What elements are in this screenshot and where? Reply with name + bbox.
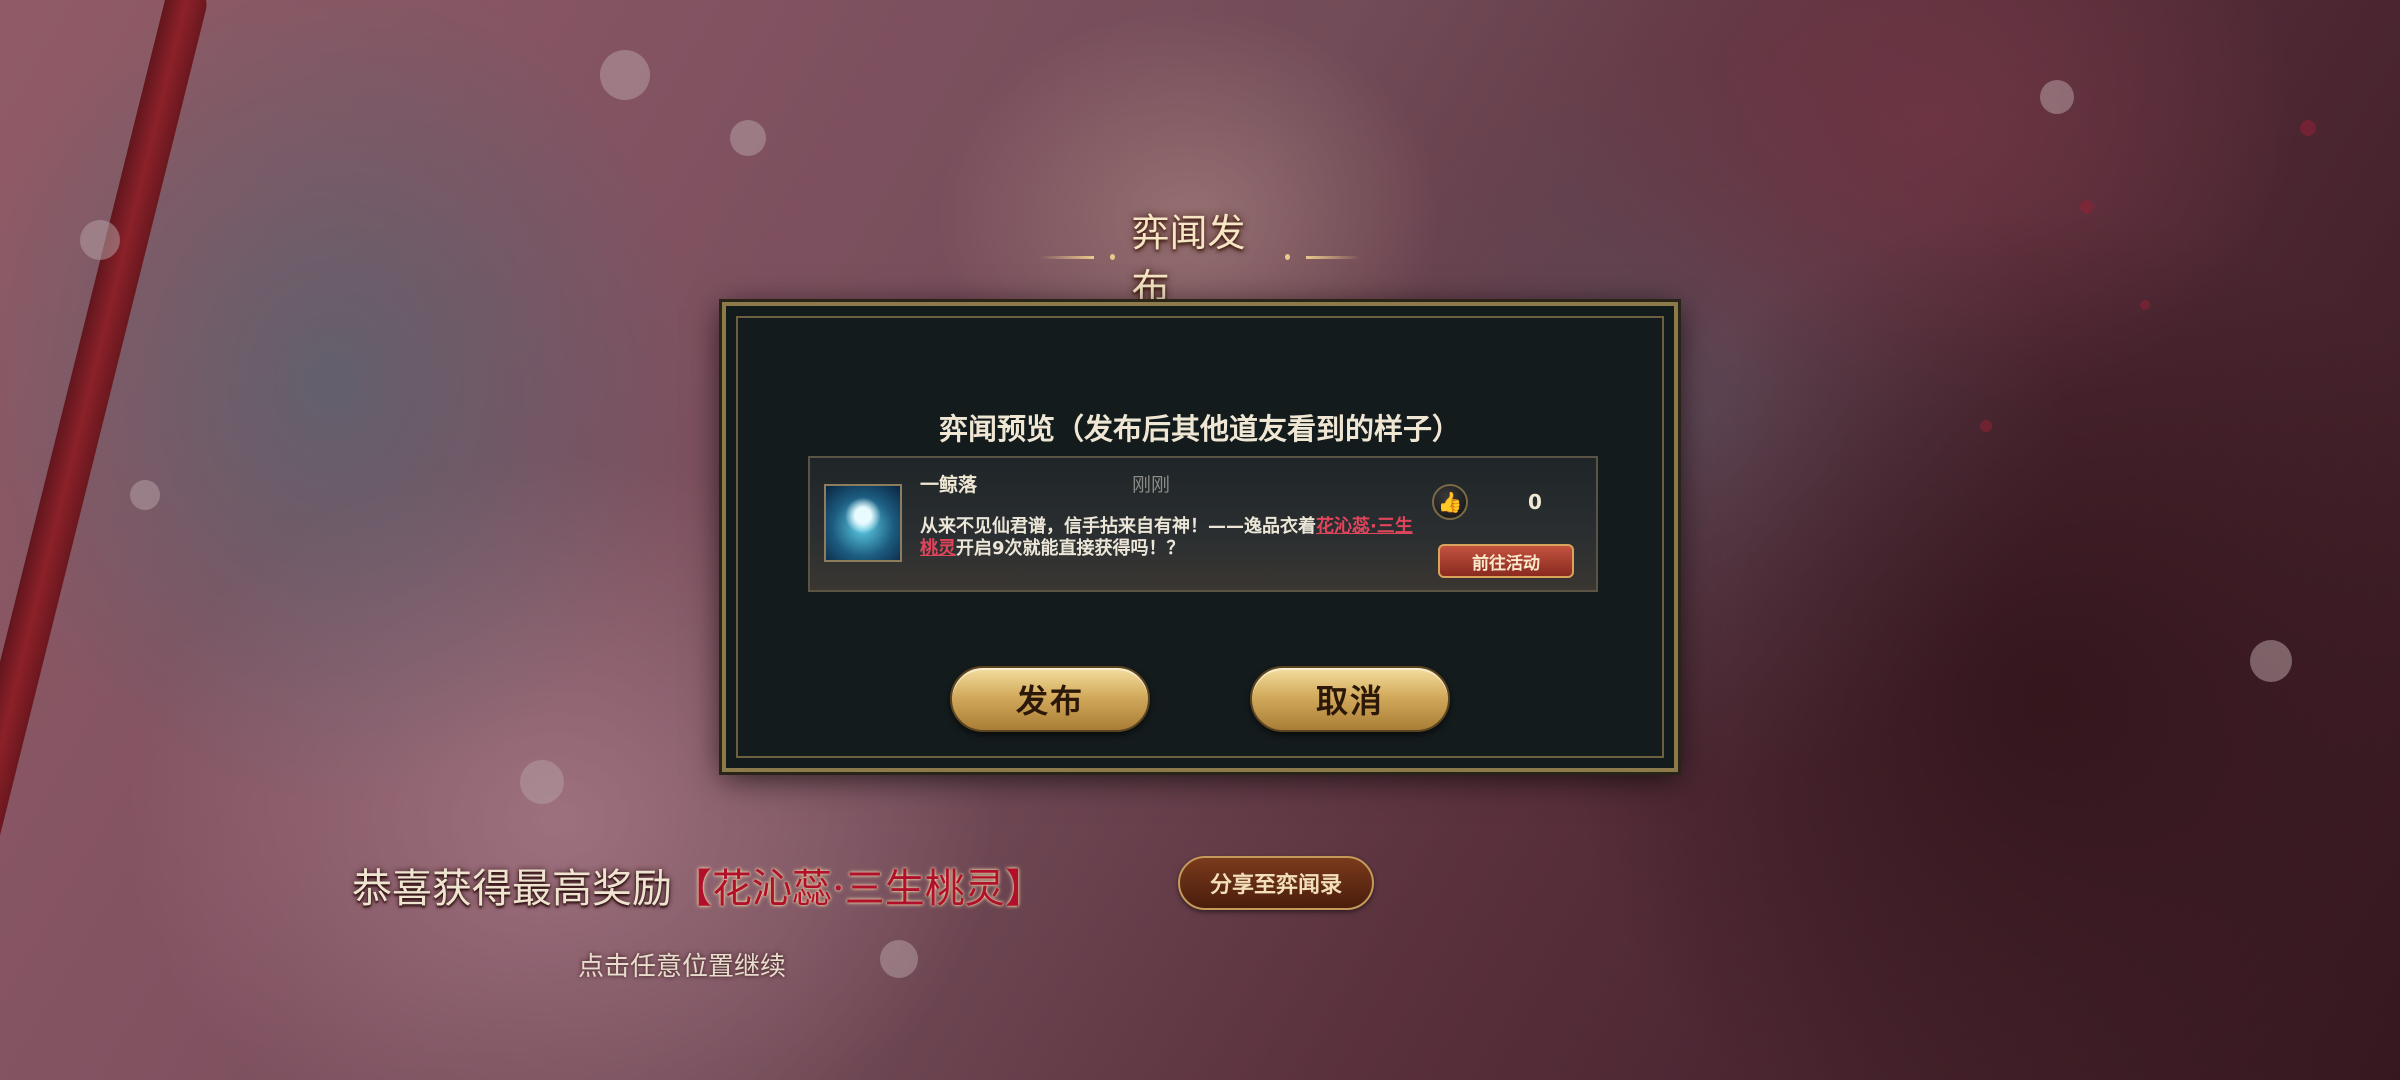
cancel-button[interactable]: 取消 [1250,666,1450,732]
reward-item-name: 【花沁蕊·三生桃灵】 [672,866,1045,912]
news-message: 从来不见仙君谱，信手拈来自有神！——逸品衣着花沁蕊·三生桃灵开启9次就能直接获得… [920,516,1430,560]
like-count: 0 [1528,490,1542,514]
timestamp: 刚刚 [1132,474,1171,496]
reward-prefix: 恭喜获得最高奖励 [352,866,672,912]
news-preview-card: 一鲸落 刚刚 从来不见仙君谱，信手拈来自有神！——逸品衣着花沁蕊·三生桃灵开启9… [808,456,1598,592]
username: 一鲸落 [920,474,978,496]
header-ornament-left [1040,255,1095,259]
dialog-header: 弈闻发布 [1040,211,1360,310]
header-ornament-dot [1110,254,1116,260]
header-ornament-dot [1284,254,1290,260]
reward-announcement: 恭喜获得最高奖励【花沁蕊·三生桃灵】 [352,856,1045,914]
message-suffix: 开启9次就能直接获得吗！？ [956,538,1185,559]
thumbs-up-icon[interactable]: 👍 [1432,484,1468,520]
header-ornament-right [1305,255,1360,259]
share-button[interactable]: 分享至弈闻录 [1178,856,1374,910]
preview-title: 弈闻预览（发布后其他道友看到的样子） [938,412,1461,446]
avatar-icon[interactable] [824,484,902,562]
continue-hint: 点击任意位置继续 [578,952,787,982]
publish-button[interactable]: 发布 [950,666,1150,732]
message-prefix: 从来不见仙君谱，信手拈来自有神！——逸品衣着 [920,516,1316,537]
dialog-title: 弈闻发布 [1131,211,1246,310]
goto-event-button[interactable]: 前往活动 [1438,544,1574,578]
publish-dialog: 弈闻预览（发布后其他道友看到的样子） 一鲸落 刚刚 从来不见仙君谱，信手拈来自有… [722,302,1678,772]
